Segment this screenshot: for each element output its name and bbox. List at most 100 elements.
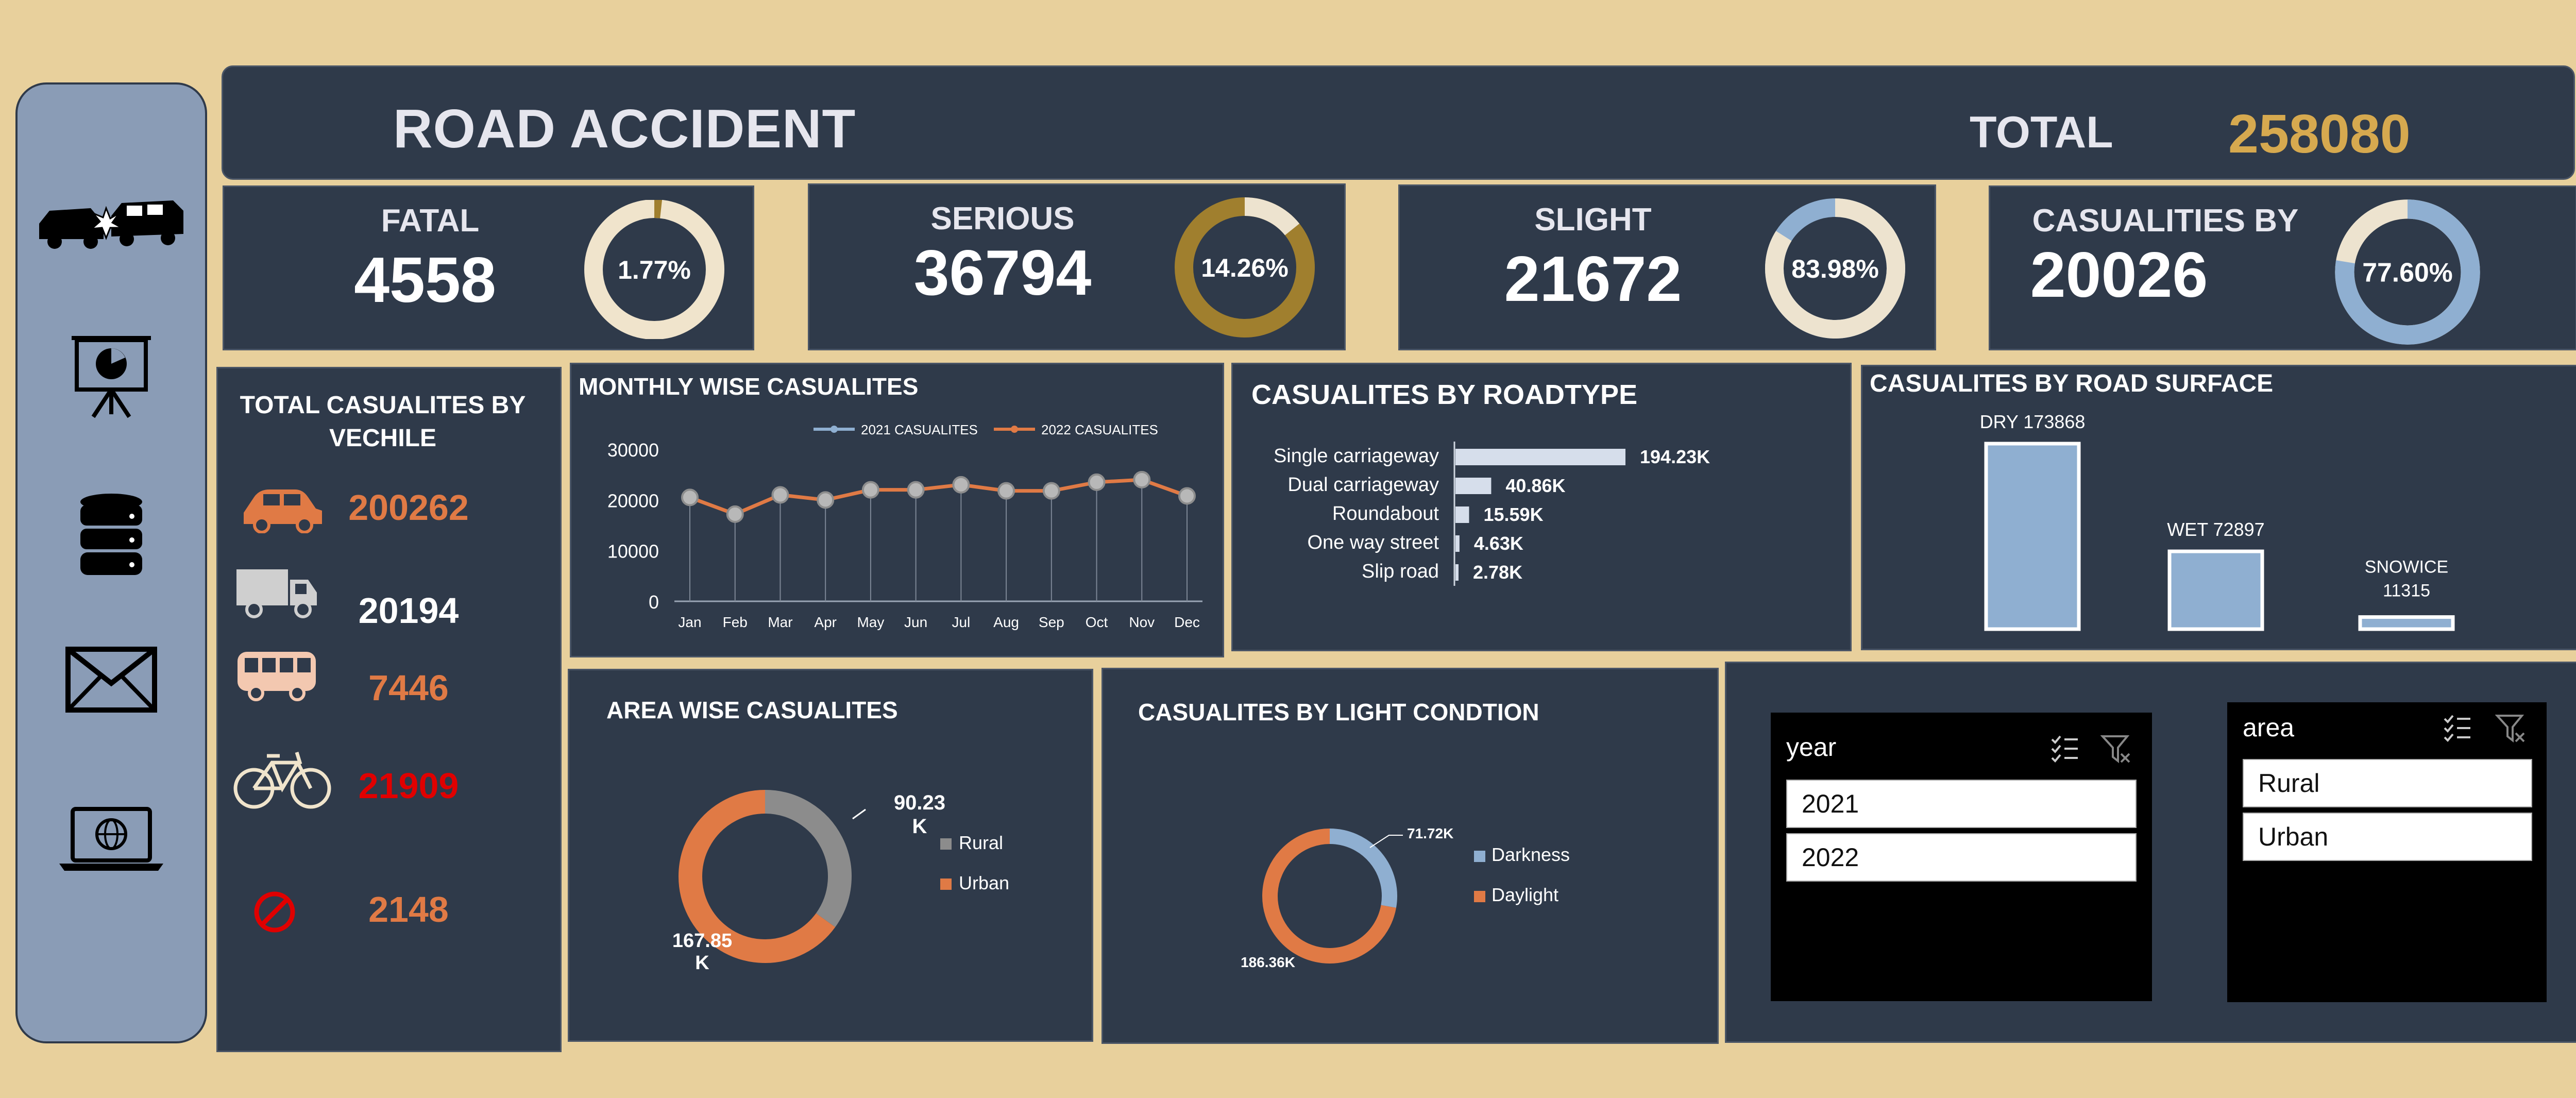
x-tick-label: Jun — [904, 614, 927, 630]
data-point — [681, 488, 699, 506]
leader-line — [852, 808, 866, 820]
slice-value-label: 167.85 — [672, 930, 732, 952]
donut-slice — [1329, 829, 1397, 908]
slicer-item-2021[interactable]: 2021 — [1786, 780, 2137, 828]
total-label: TOTAL — [1970, 108, 2113, 157]
data-point — [1088, 473, 1106, 491]
x-tick-label: Dec — [1174, 614, 1200, 630]
slicer-item-rural[interactable]: Rural — [2243, 759, 2532, 807]
donut-segment — [1244, 197, 1300, 235]
data-point — [861, 481, 879, 499]
laptop-globe-icon[interactable] — [57, 806, 165, 873]
kpi-donut: 77.60% — [2335, 199, 2480, 345]
donut-percent-label: 83.98% — [1791, 255, 1879, 283]
kpi-donut: 14.26% — [1175, 197, 1315, 337]
x-tick-label: Mar — [768, 614, 792, 630]
sidebar — [15, 82, 207, 1043]
multi-select-icon[interactable] — [2442, 713, 2472, 744]
slicer-title: area — [2243, 713, 2295, 742]
data-point — [907, 481, 925, 499]
data-point — [817, 491, 835, 509]
kpi-card-serious: SERIOUS 36794 14.26% — [808, 183, 1346, 350]
x-tick-label: Apr — [814, 614, 837, 630]
car-icon — [244, 489, 322, 533]
legend-swatch — [940, 838, 952, 850]
multi-select-icon[interactable] — [2049, 733, 2080, 764]
bar-value-label: 194.23K — [1640, 446, 1710, 467]
category-label: Single carriageway — [1274, 445, 1439, 467]
bar — [1455, 449, 1625, 465]
data-point — [1042, 482, 1060, 500]
vehicle-panel: TOTAL CASUALITES BY VECHILE 200262 20194… — [216, 367, 562, 1052]
bar — [2358, 615, 2455, 631]
roadtype-bar-chart: Single carriageway 194.23K Dual carriagewa… — [1274, 442, 1710, 586]
vehicle-value-car: 200262 — [348, 487, 469, 528]
category-label: Slip road — [1362, 561, 1439, 582]
kpi-donut: 1.77% — [584, 200, 724, 339]
donut-percent-label: 77.60% — [2362, 258, 2452, 288]
kpi-card-slight: SLIGHT 21672 83.98% — [1398, 184, 1936, 350]
legend-marker — [1011, 426, 1018, 433]
data-point — [726, 505, 744, 523]
x-tick-label: Sep — [1039, 614, 1064, 630]
legend-label: Urban — [959, 872, 1009, 893]
clear-filter-icon[interactable] — [2495, 713, 2526, 744]
monthly-chart-panel: MONTHLY WISE CASUALITES 0 10000 20000 30000… — [570, 363, 1224, 657]
leader-line — [1369, 835, 1403, 848]
legend-swatch — [940, 879, 952, 890]
category-label: Roundabout — [1332, 503, 1439, 525]
bar-value-label: SNOWICE — [2365, 558, 2448, 577]
kpi-card-casualities: CASUALITIES BY 20026 77.60% — [1989, 185, 2576, 350]
legend-label: Rural — [959, 832, 1003, 853]
kpi-card-fatal: FATAL 4558 1.77% — [223, 185, 754, 350]
kpi-value: 20026 — [2030, 240, 2208, 311]
vehicle-value-other: 2148 — [368, 889, 449, 930]
legend-label: 2021 CASUALITES — [861, 422, 978, 437]
slicer-item-urban[interactable]: Urban — [2243, 813, 2532, 861]
slice-value-label: K — [695, 952, 709, 974]
clear-filter-icon[interactable] — [2100, 733, 2131, 764]
data-point — [1178, 487, 1196, 505]
legend-label: 2022 CASUALITES — [1041, 422, 1158, 437]
donut-percent-label: 1.77% — [618, 256, 691, 284]
kpi-label: CASUALITIES BY — [2032, 203, 2299, 239]
bar — [1455, 506, 1469, 523]
car-crash-icon[interactable] — [34, 188, 189, 249]
slice-value-label: 71.72K — [1407, 825, 1453, 841]
series-line — [689, 478, 1188, 516]
legend-label: Daylight — [1492, 884, 1558, 905]
legend-swatch — [1474, 851, 1485, 862]
presentation-icon[interactable] — [67, 332, 155, 419]
bar — [1984, 442, 2081, 631]
slice-value-label: 90.23 — [894, 791, 945, 814]
kpi-label: SLIGHT — [1534, 202, 1652, 238]
mail-icon[interactable] — [65, 646, 158, 713]
vehicle-value-bicycle: 21909 — [358, 766, 459, 806]
y-tick-label: 10000 — [607, 541, 659, 562]
slicer-item-2022[interactable]: 2022 — [1786, 833, 2137, 882]
prohibited-icon — [254, 891, 295, 933]
area-chart-panel: AREA WISE CASUALITES 90.23 K 167.85 K Rural U… — [568, 669, 1093, 1042]
database-icon[interactable] — [75, 492, 147, 579]
light-chart-panel: CASUALITES BY LIGHT CONDTION 71.72K 186.3… — [1101, 668, 1719, 1044]
kpi-value: 21672 — [1504, 244, 1682, 315]
surface-chart-panel: CASUALITES BY ROAD SURFACE DRY 173868 WET… — [1861, 365, 2576, 650]
kpi-label: FATAL — [381, 203, 480, 239]
bar-value-label: WET 72897 — [2167, 519, 2264, 540]
area-slicer: area Rural Urban — [2227, 702, 2547, 1002]
y-tick-label: 30000 — [607, 440, 659, 461]
kpi-value: 36794 — [913, 238, 1092, 309]
bar-value-label: 4.63K — [1474, 533, 1523, 554]
roadtype-chart-panel: CASUALITES BY ROADTYPE Single carriagewa… — [1231, 363, 1852, 651]
surface-bar-chart: DRY 173868 WET 72897 SNOWICE 11315 — [1980, 411, 2455, 631]
vehicle-value-bus: 7446 — [368, 668, 449, 708]
monthly-line-chart: 0 10000 20000 30000 Jan Feb Mar Apr May Jun Jul Aug… — [607, 422, 1202, 630]
bar-value-label: 40.86K — [1505, 475, 1565, 496]
total-value: 258080 — [2228, 104, 2411, 164]
x-tick-label: Jan — [678, 614, 701, 630]
category-label: Dual carriageway — [1287, 474, 1439, 496]
bar — [1455, 478, 1492, 494]
data-point — [952, 476, 970, 494]
x-tick-label: Nov — [1129, 614, 1155, 630]
bar — [1455, 535, 1460, 552]
